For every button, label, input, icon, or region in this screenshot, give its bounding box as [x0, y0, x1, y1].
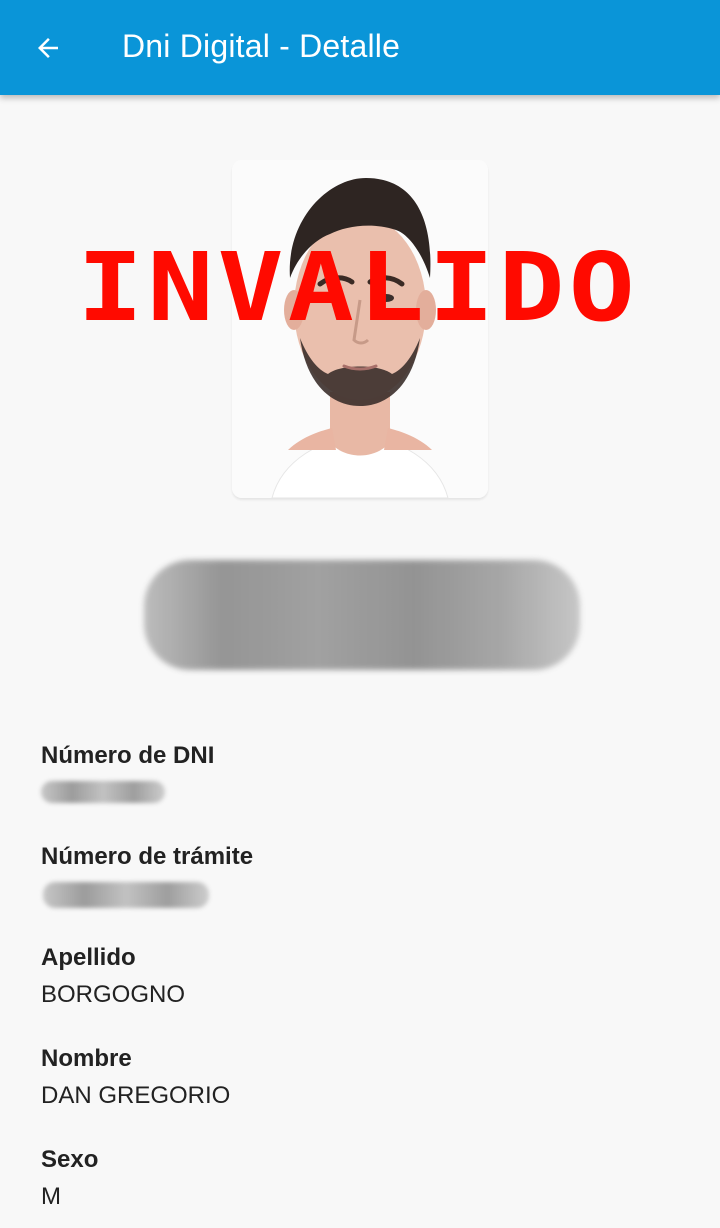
- invalid-stamp: INVALIDO: [77, 232, 639, 343]
- back-button[interactable]: [20, 22, 76, 74]
- field-label: Número de trámite: [41, 843, 254, 870]
- page-title: Dni Digital - Detalle: [122, 28, 401, 64]
- field-name: Nombre DAN GREGORIO: [41, 1045, 230, 1111]
- field-value: DAN GREGORIO: [41, 1081, 231, 1109]
- field-procedure-number: Número de trámite: [41, 843, 253, 908]
- field-sex: Sexo M: [41, 1146, 98, 1212]
- field-label: Número de DNI: [41, 742, 215, 769]
- field-value: BORGOGNO: [41, 980, 186, 1008]
- field-surname: Apellido BORGOGNO: [41, 944, 185, 1010]
- redacted-dni-value: [41, 780, 165, 803]
- field-value: M: [41, 1182, 61, 1210]
- app-bar: Dni Digital - Detalle: [0, 0, 720, 95]
- field-dni-number: Número de DNI: [41, 742, 214, 803]
- redacted-procedure-value: [43, 881, 209, 908]
- field-label: Sexo: [41, 1146, 99, 1173]
- arrow-left-icon: [38, 38, 58, 58]
- redacted-name-block: [144, 560, 580, 670]
- field-label: Nombre: [41, 1045, 132, 1072]
- field-label: Apellido: [41, 944, 136, 971]
